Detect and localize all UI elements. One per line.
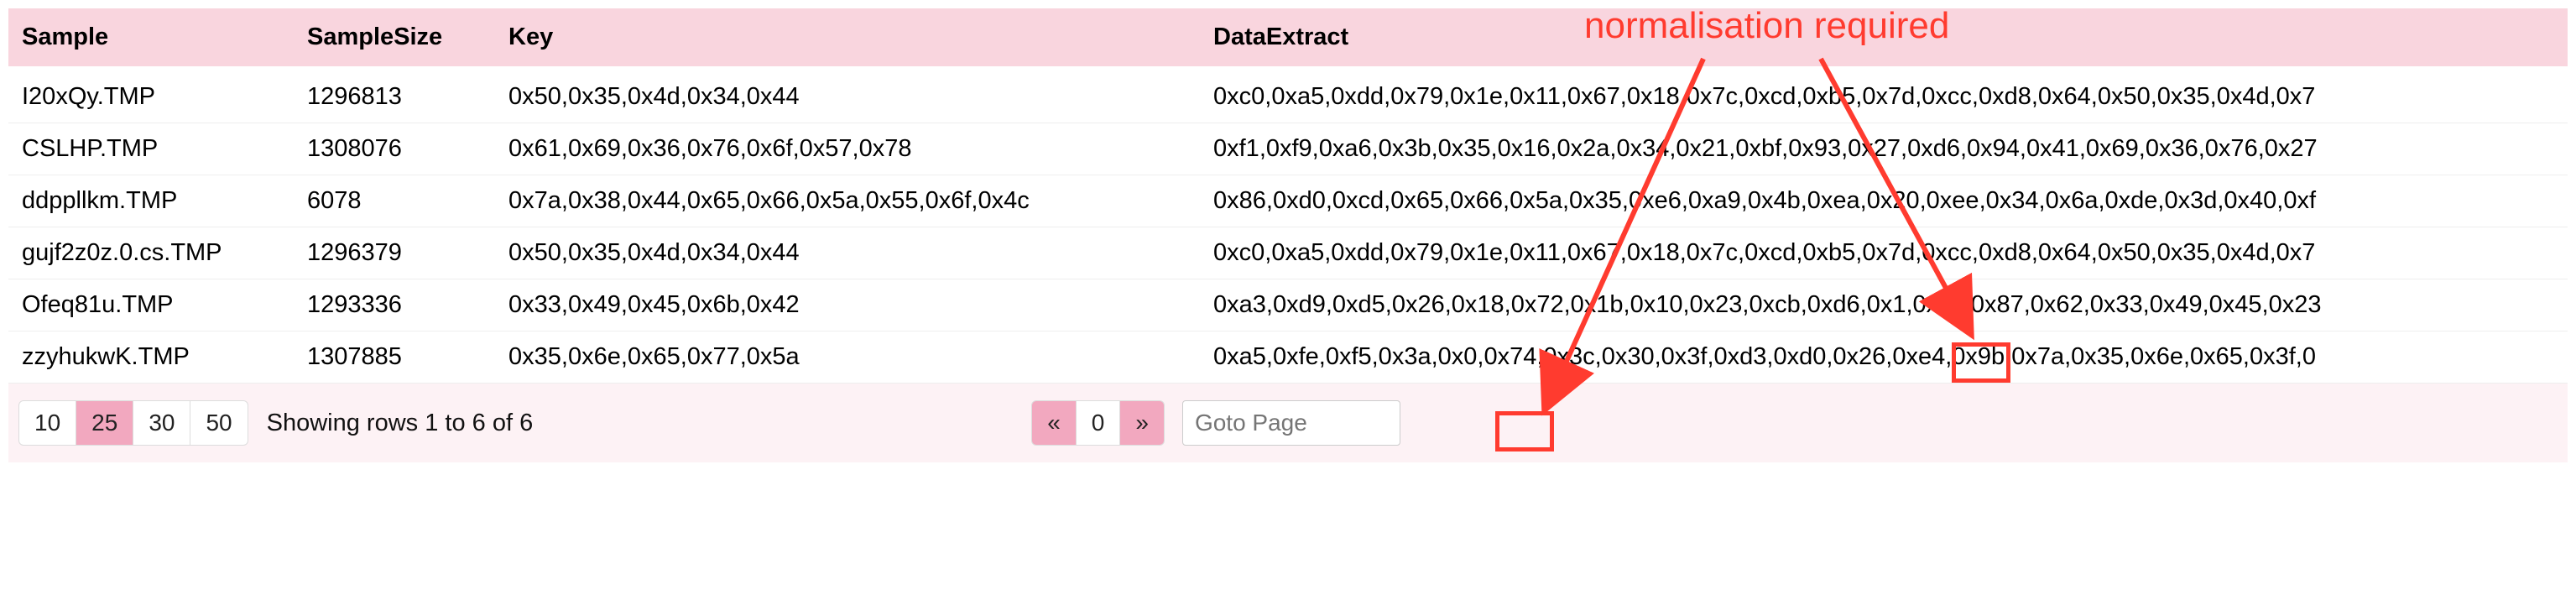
table-row[interactable]: zzyhukwK.TMP 1307885 0x35,0x6e,0x65,0x77… — [8, 331, 2568, 384]
page-size-10[interactable]: 10 — [18, 400, 76, 446]
col-header-sample[interactable]: Sample — [8, 8, 294, 66]
current-page[interactable]: 0 — [1076, 400, 1121, 446]
table-footer: 10 25 30 50 Showing rows 1 to 6 of 6 « 0… — [8, 384, 2568, 462]
cell-size: 1307885 — [294, 331, 495, 384]
prev-page-button[interactable]: « — [1031, 400, 1077, 446]
cell-key: 0x61,0x69,0x36,0x76,0x6f,0x57,0x78 — [495, 123, 1200, 175]
col-header-size[interactable]: SampleSize — [294, 8, 495, 66]
cell-size: 1296379 — [294, 227, 495, 279]
cell-sample: zzyhukwK.TMP — [8, 331, 294, 384]
cell-size: 1296813 — [294, 66, 495, 123]
cell-sample: Ofeq81u.TMP — [8, 279, 294, 331]
table-container: Sample SampleSize Key DataExtract I20xQy… — [8, 8, 2568, 462]
cell-sample: gujf2z0z.0.cs.TMP — [8, 227, 294, 279]
page-size-selector: 10 25 30 50 — [18, 400, 248, 446]
col-header-key[interactable]: Key — [495, 8, 1200, 66]
cell-key: 0x50,0x35,0x4d,0x34,0x44 — [495, 227, 1200, 279]
table-row[interactable]: ddppllkm.TMP 6078 0x7a,0x38,0x44,0x65,0x… — [8, 175, 2568, 227]
cell-extract: 0xa3,0xd9,0xd5,0x26,0x18,0x72,0x1b,0x10,… — [1200, 279, 2568, 331]
cell-size: 6078 — [294, 175, 495, 227]
cell-sample: ddppllkm.TMP — [8, 175, 294, 227]
goto-page-input[interactable] — [1182, 400, 1400, 446]
cell-key: 0x50,0x35,0x4d,0x34,0x44 — [495, 66, 1200, 123]
table-row[interactable]: Ofeq81u.TMP 1293336 0x33,0x49,0x45,0x6b,… — [8, 279, 2568, 331]
page-size-30[interactable]: 30 — [133, 400, 190, 446]
rows-status: Showing rows 1 to 6 of 6 — [267, 410, 534, 437]
cell-sample: I20xQy.TMP — [8, 66, 294, 123]
cell-extract: 0xc0,0xa5,0xdd,0x79,0x1e,0x11,0x67,0x18,… — [1200, 227, 2568, 279]
cell-extract: 0xf1,0xf9,0xa6,0x3b,0x35,0x16,0x2a,0x34,… — [1200, 123, 2568, 175]
cell-key: 0x35,0x6e,0x65,0x77,0x5a — [495, 331, 1200, 384]
table-row[interactable]: I20xQy.TMP 1296813 0x50,0x35,0x4d,0x34,0… — [8, 66, 2568, 123]
cell-sample: CSLHP.TMP — [8, 123, 294, 175]
data-table: Sample SampleSize Key DataExtract I20xQy… — [8, 8, 2568, 384]
page-size-25[interactable]: 25 — [76, 400, 133, 446]
next-page-button[interactable]: » — [1119, 400, 1165, 446]
cell-key: 0x7a,0x38,0x44,0x65,0x66,0x5a,0x55,0x6f,… — [495, 175, 1200, 227]
col-header-extract[interactable]: DataExtract — [1200, 8, 2568, 66]
header-row: Sample SampleSize Key DataExtract — [8, 8, 2568, 66]
cell-extract: 0xc0,0xa5,0xdd,0x79,0x1e,0x11,0x67,0x18,… — [1200, 66, 2568, 123]
cell-extract: 0x86,0xd0,0xcd,0x65,0x66,0x5a,0x35,0xe6,… — [1200, 175, 2568, 227]
page-size-50[interactable]: 50 — [190, 400, 248, 446]
table-row[interactable]: gujf2z0z.0.cs.TMP 1296379 0x50,0x35,0x4d… — [8, 227, 2568, 279]
cell-key: 0x33,0x49,0x45,0x6b,0x42 — [495, 279, 1200, 331]
paginator: « 0 » — [1031, 400, 1165, 446]
cell-extract: 0xa5,0xfe,0xf5,0x3a,0x0,0x74,0x3c,0x30,0… — [1200, 331, 2568, 384]
cell-size: 1308076 — [294, 123, 495, 175]
cell-size: 1293336 — [294, 279, 495, 331]
table-row[interactable]: CSLHP.TMP 1308076 0x61,0x69,0x36,0x76,0x… — [8, 123, 2568, 175]
